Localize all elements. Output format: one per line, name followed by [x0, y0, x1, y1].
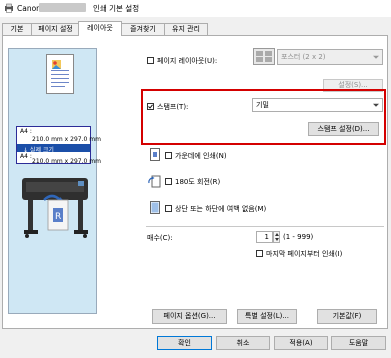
image-thumbnail-icon: [52, 60, 61, 69]
stamp-checkbox[interactable]: [147, 103, 154, 110]
scaling-indicator: ↓ 실제 크기: [17, 144, 90, 154]
large-format-printer-icon: R: [22, 178, 88, 238]
reverse-order-label: 마지막 페이지부터 인쇄(I): [266, 250, 343, 258]
spin-down-icon[interactable]: [275, 238, 279, 241]
svg-text:R: R: [55, 212, 61, 222]
center-print-icon: [150, 148, 160, 161]
no-margin-label: 상단 또는 하단에 여백 없음(M): [175, 205, 267, 213]
tab-page-setup[interactable]: 페이지 설정: [31, 23, 80, 35]
page-options-button[interactable]: 페이지 옵션(G)...: [152, 309, 227, 324]
no-margin-checkbox[interactable]: [165, 205, 172, 212]
help-button[interactable]: 도움말: [331, 336, 386, 350]
poster-layout-icon: [253, 48, 275, 65]
tab-basic[interactable]: 기본: [2, 23, 32, 35]
source-size-label: A4 :: [20, 128, 32, 135]
no-margin-icon: [150, 201, 160, 214]
reverse-order-checkbox[interactable]: [256, 250, 263, 257]
tab-bar: 기본 페이지 설정 레이아웃 즐겨찾기 유지 관리: [2, 21, 391, 36]
apply-button[interactable]: 적용(A): [274, 336, 328, 350]
page-layout-label: 페이지 레이아웃(U):: [157, 57, 218, 65]
stamp-label: 스탬프(T):: [157, 103, 189, 111]
output-size-label: A4 :: [20, 153, 32, 160]
printer-app-icon: [5, 3, 13, 13]
checkmark-icon: [148, 104, 153, 109]
copies-range: (1 - 999): [283, 233, 314, 241]
rotate-180-label: 180도 회전(R): [175, 178, 221, 186]
redacted-printer-name: [39, 3, 86, 12]
page-layout-select[interactable]: 포스터 (2 x 2): [277, 49, 383, 65]
copies-input[interactable]: 1: [256, 231, 273, 243]
output-size-value: 210.0 mm x 297.0 mm: [32, 158, 101, 165]
stamp-select[interactable]: 기밀: [252, 98, 383, 112]
section-divider: [146, 226, 384, 227]
tab-maintenance[interactable]: 유지 관리: [164, 23, 208, 35]
rotate-180-icon: [148, 175, 161, 188]
defaults-button[interactable]: 기본값(F): [317, 309, 377, 324]
copies-spinner[interactable]: [273, 231, 280, 243]
tab-layout[interactable]: 레이아웃: [78, 21, 122, 36]
center-print-label: 가운데에 인쇄(N): [175, 152, 227, 160]
page-layout-checkbox[interactable]: [147, 57, 154, 64]
copies-label: 매수(C):: [147, 234, 173, 242]
paper-size-info: A4 : 210.0 mm x 297.0 mm ↓ 실제 크기 A4 : 21…: [16, 126, 101, 165]
ok-button[interactable]: 확인: [157, 336, 212, 350]
source-size-value: 210.0 mm x 297.0 mm: [32, 136, 101, 143]
center-print-checkbox[interactable]: [165, 152, 172, 159]
tab-favorites[interactable]: 즐겨찾기: [121, 23, 165, 35]
rotate-180-checkbox[interactable]: [165, 178, 172, 185]
cancel-button[interactable]: 취소: [216, 336, 270, 350]
special-settings-button[interactable]: 특별 설정(L)...: [237, 309, 297, 324]
spin-up-icon[interactable]: [275, 233, 279, 236]
title-bar: Canon 인쇄 기본 설정: [0, 0, 391, 17]
stamp-settings-button[interactable]: 스탬프 설정(D)...: [308, 122, 379, 136]
